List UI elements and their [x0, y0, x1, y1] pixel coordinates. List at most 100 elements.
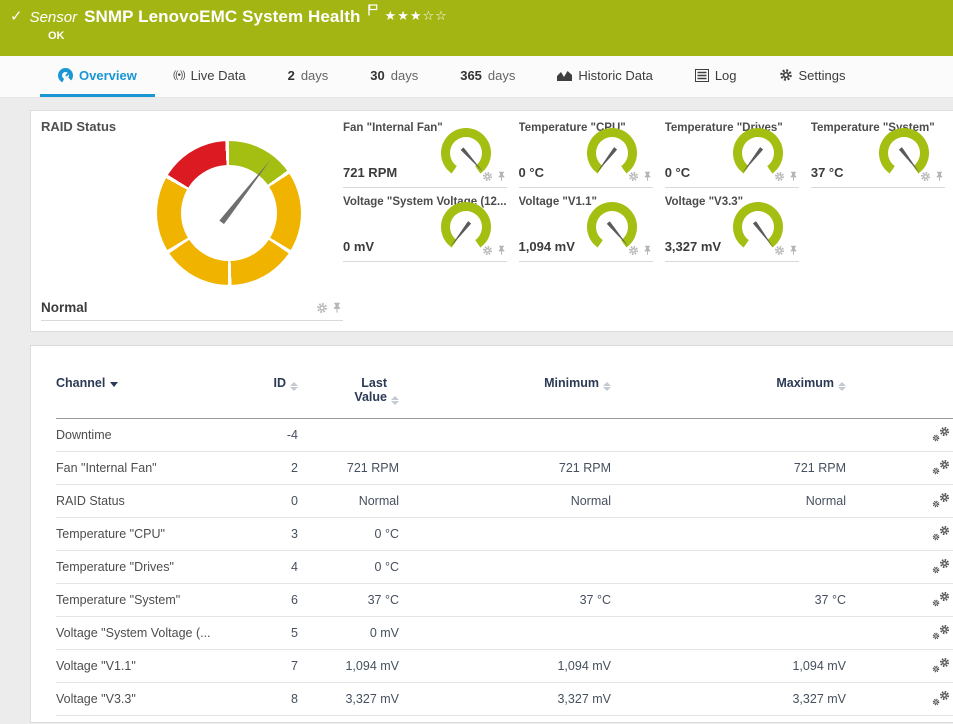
gear-icon[interactable]	[920, 171, 931, 182]
cell-last-value: 721 RPM	[298, 452, 399, 485]
tab-label: Live Data	[191, 68, 246, 83]
gauge-value: Normal	[41, 300, 316, 315]
cell-last-value	[298, 419, 399, 452]
table-row: Voltage "V1.1"71,094 mV1,094 mV1,094 mV	[56, 650, 953, 683]
gear-icon[interactable]	[482, 171, 493, 182]
gauge-tile: Temperature "Drives"0 °C	[665, 117, 799, 188]
gear-icon[interactable]	[628, 245, 639, 256]
header-label: Minimum	[544, 376, 599, 390]
channel-settings-icon[interactable]	[932, 525, 950, 541]
cell-last-value: 1,094 mV	[298, 650, 399, 683]
gauge-needle	[595, 147, 617, 174]
tab-number: 365	[460, 68, 482, 83]
channel-settings-icon[interactable]	[932, 591, 950, 607]
pin-icon[interactable]	[934, 171, 945, 182]
cell-last-value: 37 °C	[298, 584, 399, 617]
header-actions	[846, 370, 953, 419]
cell-id: 5	[256, 617, 298, 650]
cell-minimum	[399, 419, 611, 452]
gauge-value: 1,094 mV	[519, 239, 575, 254]
pin-icon[interactable]	[496, 171, 507, 182]
tab-label: Settings	[799, 68, 846, 83]
channel-settings-icon[interactable]	[932, 558, 950, 574]
cell-last-value: Normal	[298, 485, 399, 518]
tab-live-data[interactable]: ((•)) Live Data	[155, 56, 264, 97]
priority-stars[interactable]: ★★★☆☆	[385, 8, 448, 24]
gear-icon[interactable]	[774, 171, 785, 182]
channel-settings-icon[interactable]	[932, 624, 950, 640]
gauge-value: 721 RPM	[343, 165, 397, 180]
list-icon	[695, 69, 709, 82]
header-maximum[interactable]: Maximum	[611, 370, 846, 419]
header-id[interactable]: ID	[256, 370, 298, 419]
tab-label: Overview	[79, 68, 137, 83]
channel-settings-icon[interactable]	[932, 657, 950, 673]
gear-icon[interactable]	[482, 245, 493, 256]
header-channel[interactable]: Channel	[56, 370, 256, 419]
table-header-row: Channel ID Last Value Minimum Maximum	[56, 370, 953, 419]
pin-icon[interactable]	[642, 171, 653, 182]
gauge-tile: Voltage "System Voltage (12...0 mV	[343, 191, 507, 262]
tab-number: 30	[370, 68, 384, 83]
cell-id: 4	[256, 551, 298, 584]
gauge-needle	[449, 221, 471, 248]
cell-id: 3	[256, 518, 298, 551]
tab-2-days[interactable]: 2 days	[270, 56, 347, 97]
tab-label: days	[301, 68, 328, 83]
header-label: Channel	[56, 376, 105, 390]
table-row: RAID Status0NormalNormalNormal	[56, 485, 953, 518]
tab-bar: Overview ((•)) Live Data 2 days 30 days …	[0, 56, 953, 98]
channel-settings-icon[interactable]	[932, 426, 950, 442]
channel-table-body: Downtime-4Fan "Internal Fan"2721 RPM721 …	[56, 419, 953, 716]
channel-settings-icon[interactable]	[932, 492, 950, 508]
sensor-header: ✓ Sensor SNMP LenovoEMC System Health ★★…	[0, 0, 953, 56]
area-chart-icon	[557, 69, 572, 81]
pin-icon[interactable]	[331, 302, 343, 314]
tab-historic-data[interactable]: Historic Data	[539, 56, 670, 97]
tab-settings[interactable]: Settings	[761, 56, 864, 97]
cell-channel: Downtime	[56, 419, 256, 452]
tab-overview[interactable]: Overview	[40, 56, 155, 97]
gear-icon[interactable]	[774, 245, 785, 256]
cell-minimum: 1,094 mV	[399, 650, 611, 683]
gauge-needle	[219, 158, 273, 225]
cell-id: 0	[256, 485, 298, 518]
cell-minimum: 721 RPM	[399, 452, 611, 485]
gear-icon[interactable]	[628, 171, 639, 182]
table-row: Downtime-4	[56, 419, 953, 452]
cell-channel: Temperature "CPU"	[56, 518, 256, 551]
header-last-value[interactable]: Last Value	[298, 370, 399, 419]
channel-settings-icon[interactable]	[932, 459, 950, 475]
gauge-needle	[460, 147, 484, 173]
tab-365-days[interactable]: 365 days	[442, 56, 533, 97]
header-label: ID	[274, 376, 287, 390]
raid-needle-wrap	[128, 112, 330, 314]
cell-minimum: 3,327 mV	[399, 683, 611, 716]
cell-maximum	[611, 518, 846, 551]
sort-icon	[603, 382, 611, 391]
cell-minimum	[399, 617, 611, 650]
gear-icon	[779, 68, 793, 82]
table-row: Voltage "V3.3"83,327 mV3,327 mV3,327 mV	[56, 683, 953, 716]
cell-maximum: Normal	[611, 485, 846, 518]
cell-channel: Voltage "V1.1"	[56, 650, 256, 683]
priority-flag-icon[interactable]	[368, 4, 378, 16]
pin-icon[interactable]	[642, 245, 653, 256]
gauge-value: 3,327 mV	[665, 239, 721, 254]
header-label: Maximum	[776, 376, 834, 390]
cell-id: 6	[256, 584, 298, 617]
cell-maximum: 721 RPM	[611, 452, 846, 485]
cell-last-value: 3,327 mV	[298, 683, 399, 716]
gauge-value: 0 mV	[343, 239, 374, 254]
gauge-value: 0 °C	[519, 165, 544, 180]
tab-log[interactable]: Log	[677, 56, 755, 97]
gear-icon[interactable]	[316, 302, 328, 314]
pin-icon[interactable]	[788, 171, 799, 182]
cell-minimum: Normal	[399, 485, 611, 518]
pin-icon[interactable]	[496, 245, 507, 256]
channel-settings-icon[interactable]	[932, 690, 950, 706]
tab-30-days[interactable]: 30 days	[352, 56, 436, 97]
cell-minimum	[399, 518, 611, 551]
pin-icon[interactable]	[788, 245, 799, 256]
header-minimum[interactable]: Minimum	[399, 370, 611, 419]
